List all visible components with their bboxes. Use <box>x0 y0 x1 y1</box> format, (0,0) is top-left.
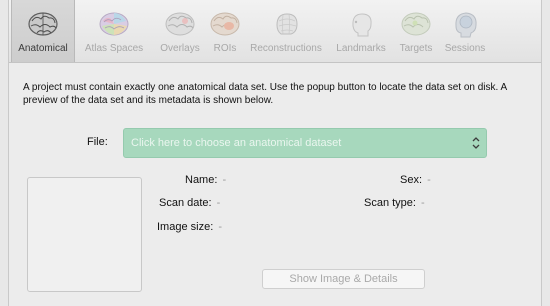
tab-label: Anatomical <box>18 43 68 54</box>
meta-scan-date-value: - <box>216 197 221 209</box>
meta-image-size: Image size: - <box>157 221 222 233</box>
meta-sex: Sex: - <box>400 174 431 186</box>
tab-label: ROIs <box>213 43 237 54</box>
tab-label: Overlays <box>160 43 200 54</box>
meta-image-size-value: - <box>218 221 222 233</box>
meta-scan-date-label: Scan date: <box>159 197 212 209</box>
meta-name-label: Name: <box>185 174 218 186</box>
overlay-brain-icon <box>165 12 195 36</box>
tab-label: Targets <box>399 43 433 54</box>
tab-label: Reconstructions <box>250 43 322 54</box>
anatomical-panel: A project must contain exactly one anato… <box>9 63 541 306</box>
tab-rois[interactable]: ROIs <box>208 0 242 62</box>
meta-sex-value: - <box>427 174 431 186</box>
meta-scan-date: Scan date: - <box>159 197 220 209</box>
tab-label: Sessions <box>444 43 486 54</box>
atlas-brain-icon <box>99 12 129 36</box>
meta-name-value: - <box>222 174 227 186</box>
session-head-icon <box>455 12 477 38</box>
tab-targets[interactable]: Targets <box>393 0 439 62</box>
meta-scan-type-label: Scan type: <box>364 197 416 209</box>
show-image-details-button[interactable]: Show Image & Details <box>262 269 425 289</box>
tab-overlays[interactable]: Overlays <box>154 0 206 62</box>
file-placeholder: Click here to choose an anatomical datas… <box>131 137 342 149</box>
chevron-updown-icon <box>472 137 480 149</box>
file-popup-button[interactable]: Click here to choose an anatomical datas… <box>123 128 487 158</box>
brain-icon <box>28 12 58 36</box>
tab-anatomical[interactable]: Anatomical <box>11 0 75 62</box>
head-mesh-icon <box>276 13 298 35</box>
tab-reconstructions[interactable]: Reconstructions <box>244 0 328 62</box>
tab-sessions[interactable]: Sessions <box>441 0 489 62</box>
dataset-preview <box>27 177 142 292</box>
meta-image-size-label: Image size: <box>157 221 214 233</box>
window: Anatomical Atlas Spaces Overlays ROIs Re… <box>8 0 542 306</box>
meta-sex-label: Sex: <box>400 174 423 186</box>
tab-landmarks[interactable]: Landmarks <box>331 0 391 62</box>
intro-text: A project must contain exactly one anato… <box>23 82 507 106</box>
meta-scan-type-value: - <box>421 197 425 209</box>
meta-scan-type: Scan type: - <box>364 197 425 209</box>
toolbar: Anatomical Atlas Spaces Overlays ROIs Re… <box>9 0 541 63</box>
target-brain-icon <box>401 12 431 36</box>
roi-brain-icon <box>210 12 240 36</box>
meta-name: Name: - <box>185 174 226 186</box>
head-landmark-icon <box>352 13 372 37</box>
tab-atlas-spaces[interactable]: Atlas Spaces <box>77 0 151 62</box>
tab-label: Landmarks <box>336 43 386 54</box>
tab-label: Atlas Spaces <box>84 43 144 54</box>
file-label: File: <box>87 136 108 148</box>
